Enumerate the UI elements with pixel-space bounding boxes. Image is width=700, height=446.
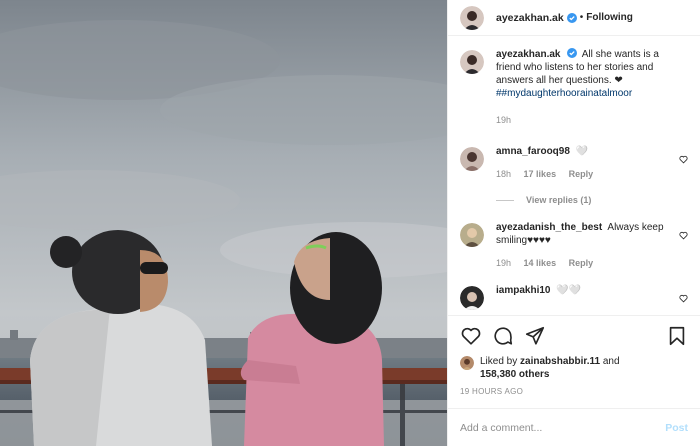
post-timestamp[interactable]: 19 HOURS AGO	[448, 381, 700, 396]
comment-row: amna_farooq98 🤍 18h 17 likes Reply	[460, 145, 688, 181]
comment-time[interactable]: 18h	[496, 169, 511, 179]
author-avatar[interactable]	[460, 5, 484, 30]
action-bar	[448, 315, 700, 355]
verified-icon	[566, 48, 577, 58]
commenter-avatar[interactable]	[460, 286, 484, 310]
replies-divider	[496, 199, 514, 201]
bookmark-icon[interactable]	[666, 325, 688, 347]
comment-row: ayezadanish_the_best Always keep smiling…	[460, 221, 688, 270]
comment-likes[interactable]: 14 likes	[524, 258, 557, 268]
post-header: ayezakhan.ak • Following	[448, 0, 700, 36]
comment-icon[interactable]	[492, 325, 514, 347]
comment-time[interactable]: 19h	[496, 258, 511, 268]
likes-prefix: Liked by	[480, 356, 518, 367]
caption: ayezakhan.ak All she wants is a friend w…	[460, 48, 688, 127]
share-icon[interactable]	[524, 325, 546, 347]
commenter-avatar[interactable]	[460, 147, 484, 171]
comment-text: 🤍🤍	[556, 285, 582, 296]
likes-others[interactable]: 158,380 others	[480, 369, 550, 380]
heart-icon[interactable]	[460, 325, 482, 347]
comment-text: 🤍	[575, 146, 589, 157]
likes-summary: Liked by zainabshabbir.11 and 158,380 ot…	[448, 355, 700, 381]
like-comment-heart-icon[interactable]	[679, 231, 688, 240]
view-replies[interactable]: View replies (1)	[496, 195, 688, 205]
verified-icon	[566, 12, 577, 23]
author-avatar[interactable]	[460, 50, 484, 74]
caption-body: ayezakhan.ak All she wants is a friend w…	[496, 48, 688, 127]
comment-row: iampakhi10 🤍🤍	[460, 284, 688, 310]
comment-username[interactable]: iampakhi10	[496, 285, 550, 296]
reply-button[interactable]: Reply	[569, 258, 594, 268]
comment-meta: 19h 14 likes Reply	[496, 257, 674, 270]
commenter-avatar[interactable]	[460, 223, 484, 247]
comment-meta: 18h 17 likes Reply	[496, 168, 674, 181]
post-dialog: ayezakhan.ak • Following ayezakhan.ak Al…	[0, 0, 700, 446]
likes-text: Liked by zainabshabbir.11 and 158,380 ot…	[480, 355, 620, 381]
comment-username[interactable]: ayezadanish_the_best	[496, 222, 602, 233]
liker-avatar[interactable]	[460, 356, 474, 370]
comments-list[interactable]: ayezakhan.ak All she wants is a friend w…	[448, 36, 700, 315]
photo-image	[0, 0, 447, 446]
like-comment-heart-icon[interactable]	[679, 294, 688, 303]
comment-body: amna_farooq98 🤍 18h 17 likes Reply	[496, 145, 688, 181]
caption-hashtag[interactable]: ##mydaughterhoorainatalmoor	[496, 88, 632, 99]
comment-body: ayezadanish_the_best Always keep smiling…	[496, 221, 688, 270]
view-replies-label[interactable]: View replies (1)	[526, 195, 591, 205]
caption-meta: 19h	[496, 114, 674, 127]
like-comment-heart-icon[interactable]	[679, 155, 688, 164]
following-button[interactable]: Following	[586, 12, 633, 23]
post-photo[interactable]	[0, 0, 447, 446]
caption-time[interactable]: 19h	[496, 115, 511, 125]
comment-body: iampakhi10 🤍🤍	[496, 284, 688, 297]
reply-button[interactable]: Reply	[569, 169, 594, 179]
post-sidebar: ayezakhan.ak • Following ayezakhan.ak Al…	[447, 0, 700, 446]
comment-input[interactable]	[460, 421, 666, 434]
add-comment-bar: Post	[448, 408, 700, 446]
caption-username[interactable]: ayezakhan.ak	[496, 49, 561, 60]
post-button[interactable]: Post	[665, 422, 688, 434]
author-username[interactable]: ayezakhan.ak	[496, 12, 564, 24]
separator-dot: •	[579, 12, 584, 23]
comment-likes[interactable]: 17 likes	[524, 169, 557, 179]
liker-username[interactable]: zainabshabbir.11	[520, 356, 600, 367]
comment-username[interactable]: amna_farooq98	[496, 146, 570, 157]
likes-joiner: and	[602, 356, 620, 367]
